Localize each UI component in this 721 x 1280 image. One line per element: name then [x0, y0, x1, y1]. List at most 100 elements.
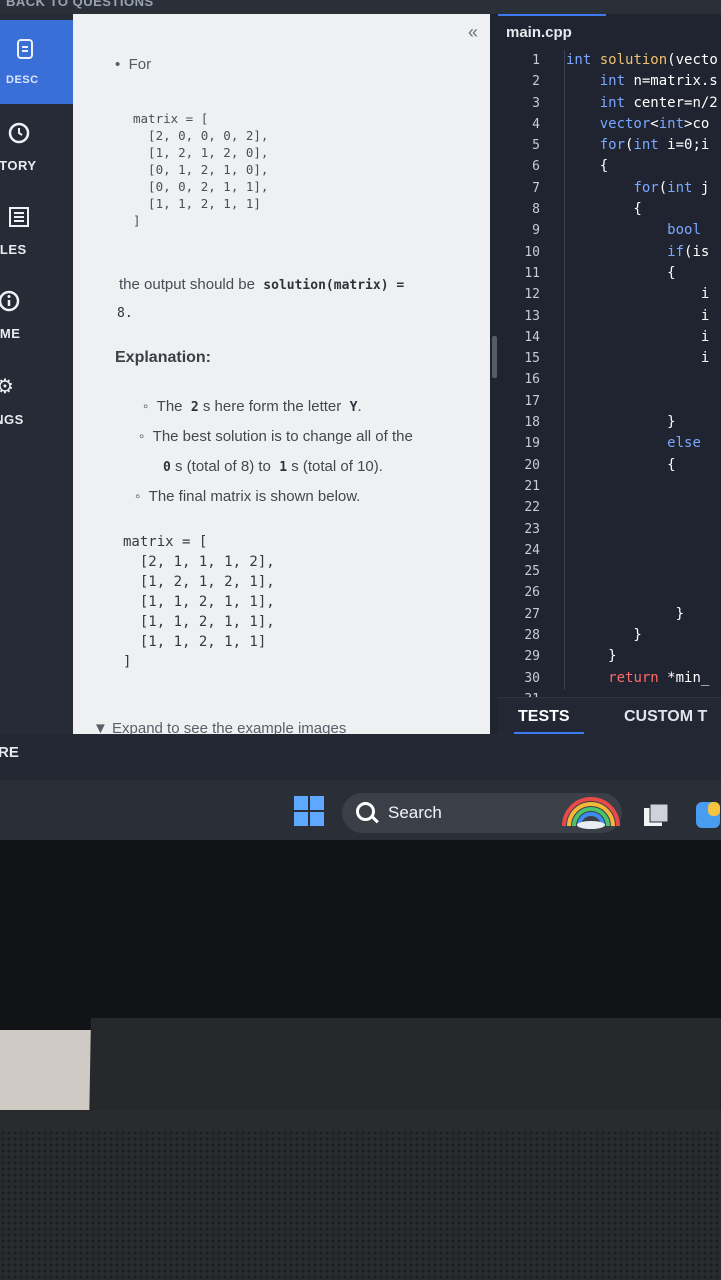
line-number: 13 [524, 308, 540, 324]
output-value: 8. [117, 306, 133, 321]
code-line: i [566, 286, 710, 303]
line-number: 16 [524, 372, 540, 388]
lower-panel-bar: RE [0, 734, 721, 780]
code-line: } [566, 627, 642, 644]
line-number: 11 [524, 265, 540, 281]
code-line: } [566, 648, 617, 665]
laptop-screen: BACK TO QUESTIONS DESC STORY ULES DME [0, 0, 721, 840]
sidebar-item-label: STORY [0, 158, 37, 173]
line-number: 22 [524, 500, 540, 516]
list-icon [8, 206, 30, 228]
line-number: 29 [524, 649, 540, 665]
line-number: 25 [524, 564, 540, 580]
code-editor[interactable]: main.cpp 1 2 3 4 5 6 7 8 9 10 11 12 13 14 15 16 17 18 19 20… [498, 14, 721, 734]
output-line: the output should be solution(matrix) = [119, 276, 405, 293]
code-line: } [566, 414, 676, 431]
explanation-item-continued: 0 s (total of 8) to 1 s (total of 10). [163, 458, 383, 475]
line-number: 6 [532, 159, 540, 175]
sidebar-item-label: DESC [6, 74, 39, 86]
sidebar-item-history[interactable]: STORY [0, 104, 73, 188]
editor-bottom-tabs: TESTS CUSTOM T [498, 697, 721, 734]
code-line: int n=matrix.s [599, 73, 718, 90]
line-number: 21 [524, 478, 540, 494]
line-number: 17 [524, 393, 540, 409]
sidebar-item-readme[interactable]: DME [0, 272, 73, 356]
search-label: Search [388, 803, 442, 822]
code-line: int solution(vecto [566, 52, 718, 68]
code-line: i [566, 328, 710, 345]
example-intro: • For [115, 56, 152, 73]
sidebar-item-rules[interactable]: ULES [0, 188, 73, 272]
code-content[interactable]: int solution(vecto int n=matrix.s int ce… [566, 50, 721, 710]
code-line: vector<int>co [599, 115, 710, 132]
explanation-item: ◦ The final matrix is shown below. [135, 488, 361, 505]
line-number: 18 [524, 415, 540, 431]
line-number: 26 [524, 585, 540, 601]
line-number: 15 [524, 351, 540, 367]
final-matrix: matrix = [ [2, 1, 1, 1, 2], [1, 2, 1, 2,… [123, 534, 275, 670]
lower-panel-label: RE [0, 744, 19, 761]
line-number: 8 [532, 202, 540, 218]
sidebar-item-desc[interactable]: DESC [0, 20, 73, 104]
copilot-icon[interactable] [694, 800, 721, 830]
code-line: { [566, 264, 676, 281]
speaker-grille [0, 1130, 721, 1280]
laptop-bezel [0, 840, 721, 1030]
code-line: if(is [667, 243, 710, 260]
panel-resize-handle[interactable] [492, 336, 497, 378]
sidebar-item-label: ULES [0, 242, 27, 257]
windows-taskbar: Search [0, 780, 721, 840]
description-panel: « • For matrix = [ [2, 0, 0, 0, 2], [1, … [73, 14, 490, 734]
expand-example-images-toggle[interactable]: ▼ Expand to see the example images [93, 720, 346, 734]
line-number: 1 [532, 53, 540, 68]
line-number: 28 [524, 628, 540, 644]
code-line: else [667, 435, 701, 452]
file-tab-indicator [498, 14, 606, 16]
line-number: 4 [532, 116, 540, 132]
file-tab-main-cpp[interactable]: main.cpp [506, 24, 572, 41]
explanation-heading: Explanation: [115, 349, 212, 366]
explanation-item: ◦ The best solution is to change all of … [139, 428, 413, 445]
collapse-panel-icon[interactable]: « [468, 22, 478, 43]
code-line: i [566, 350, 710, 367]
input-matrix: matrix = [ [2, 0, 0, 0, 2], [1, 2, 1, 2,… [133, 111, 269, 228]
line-number: 14 [524, 329, 540, 345]
code-line: { [566, 201, 642, 218]
line-number: 5 [532, 138, 540, 154]
code-line: { [566, 158, 609, 175]
tab-tests[interactable]: TESTS [518, 708, 570, 726]
back-to-questions-link[interactable]: BACK TO QUESTIONS [6, 0, 154, 9]
code-line: int center=n/2 [599, 94, 718, 111]
windows-start-icon[interactable] [294, 796, 324, 826]
editor-gutter-divider [564, 50, 565, 690]
clock-icon [8, 122, 30, 144]
line-number: 19 [524, 436, 540, 452]
top-bar: BACK TO QUESTIONS [0, 0, 721, 14]
rainbow-widget-icon[interactable] [560, 794, 622, 830]
line-number: 27 [524, 606, 540, 622]
tab-custom-tests[interactable]: CUSTOM T [624, 708, 707, 726]
line-numbers: 1 2 3 4 5 6 7 8 9 10 11 12 13 14 15 16 17 18 19 20 21 22 23 24 2… [498, 50, 540, 710]
code-line: return *min_ [608, 669, 710, 686]
sidebar-item-label: INGS [0, 412, 24, 427]
line-number: 7 [532, 180, 540, 196]
code-line: } [566, 605, 685, 622]
info-icon [0, 290, 20, 312]
task-view-icon[interactable] [642, 802, 670, 828]
line-number: 23 [524, 521, 540, 537]
sidebar-item-settings[interactable]: ⚙ INGS [0, 358, 73, 442]
code-line: for(int j [633, 179, 710, 196]
code-line: i [566, 307, 710, 324]
search-icon [356, 802, 375, 821]
code-line: bool [667, 222, 701, 239]
sidebar-item-label: DME [0, 326, 21, 341]
line-number: 3 [532, 95, 540, 111]
